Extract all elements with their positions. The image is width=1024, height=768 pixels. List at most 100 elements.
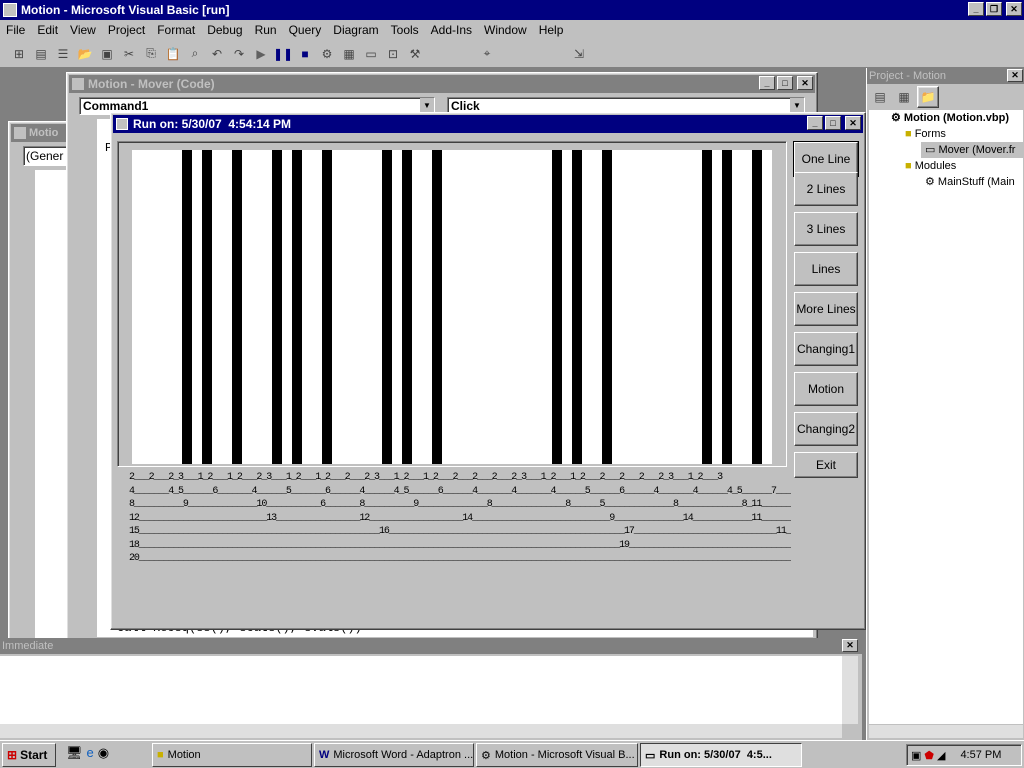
chevron-down-icon[interactable]: ▼ xyxy=(790,98,804,113)
cmd-3-lines[interactable]: 3 Lines xyxy=(794,212,858,246)
close-button[interactable]: ✕ xyxy=(1006,2,1022,16)
immediate-text-area[interactable] xyxy=(0,656,842,724)
menu-edit[interactable]: Edit xyxy=(37,23,58,37)
task-motion-folder[interactable]: ■ Motion xyxy=(152,743,312,767)
internet-explorer-icon[interactable]: e xyxy=(87,745,94,761)
drawn-line xyxy=(702,150,712,464)
immediate-titlebar: Immediate ✕ xyxy=(0,638,862,654)
start-label: Start xyxy=(20,748,48,762)
open-icon[interactable]: 📂 xyxy=(74,43,96,65)
cmd-one-line[interactable]: One Line xyxy=(793,141,859,177)
menu-run[interactable]: Run xyxy=(255,23,277,37)
project-hscrollbar[interactable] xyxy=(869,724,1023,738)
cmd-2-lines[interactable]: 2 Lines xyxy=(794,172,858,206)
toolbox-icon[interactable]: ⚒ xyxy=(404,43,426,65)
tree-module-item[interactable]: ⚙ MainStuff (Main xyxy=(869,174,1023,190)
view-code-icon[interactable]: ▤ xyxy=(869,86,891,108)
minimize-button[interactable]: _ xyxy=(968,2,984,16)
show-desktop-icon[interactable]: 🖥 xyxy=(66,745,83,761)
immediate-close-button[interactable]: ✕ xyxy=(842,639,858,652)
menu-file[interactable]: File xyxy=(6,23,25,37)
second-window-title: Motio xyxy=(29,127,59,139)
project-explorer-icon[interactable]: ⚙ xyxy=(316,43,338,65)
add-project-icon[interactable]: ⊞ xyxy=(8,43,30,65)
cmd-lines[interactable]: Lines xyxy=(794,252,858,286)
cut-icon[interactable]: ✂ xyxy=(118,43,140,65)
code-window-icon xyxy=(14,127,26,139)
tree-form-item[interactable]: ▭ Mover (Mover.fr xyxy=(921,142,1023,158)
undo-icon[interactable]: ↶ xyxy=(206,43,228,65)
tree-forms-folder[interactable]: ■ Forms xyxy=(869,126,1023,142)
menu-query[interactable]: Query xyxy=(289,23,322,37)
tray-acrobat-icon[interactable]: ⬟ xyxy=(924,749,934,762)
drawn-line xyxy=(292,150,302,464)
object-browser-icon[interactable]: ⊡ xyxy=(382,43,404,65)
channels-icon[interactable]: ◉ xyxy=(98,745,109,761)
run-form-window[interactable]: Run on: 5/30/07 4:54:14 PM _ □ ✕ 2___2__… xyxy=(110,112,866,630)
quick-launch: 🖥 e ◉ xyxy=(66,745,109,761)
tray-computer-icon[interactable]: ▣ xyxy=(911,749,921,762)
view-object-icon[interactable]: ▦ xyxy=(893,86,915,108)
code-maximize-button[interactable]: □ xyxy=(777,76,793,90)
menu-project[interactable]: Project xyxy=(108,23,145,37)
menu-help[interactable]: Help xyxy=(539,23,564,37)
form-minimize-button[interactable]: _ xyxy=(807,116,823,130)
properties-icon[interactable]: ▦ xyxy=(338,43,360,65)
form-icon xyxy=(116,118,128,130)
paste-icon[interactable]: 📋 xyxy=(162,43,184,65)
cmd-exit[interactable]: Exit xyxy=(794,452,858,478)
drawn-line xyxy=(432,150,442,464)
start-button[interactable]: ⊞ Start xyxy=(2,743,56,767)
immediate-window[interactable]: Immediate ✕ xyxy=(0,638,862,740)
cmd-changing1[interactable]: Changing1 xyxy=(794,332,858,366)
drawn-line xyxy=(552,150,562,464)
save-icon[interactable]: ▣ xyxy=(96,43,118,65)
menu-format[interactable]: Format xyxy=(157,23,195,37)
cmd-changing2[interactable]: Changing2 xyxy=(794,412,858,446)
menu-view[interactable]: View xyxy=(70,23,96,37)
project-tree[interactable]: ⚙ Motion (Motion.vbp) ■ Forms ▭ Mover (M… xyxy=(869,110,1023,730)
add-form-icon[interactable]: ▤ xyxy=(30,43,52,65)
app-title: Motion - Microsoft Visual Basic [run] xyxy=(21,3,230,17)
menu-debug[interactable]: Debug xyxy=(207,23,242,37)
menu-window[interactable]: Window xyxy=(484,23,527,37)
toggle-folders-icon[interactable]: 📁 xyxy=(917,86,939,108)
task-run-form[interactable]: ▭ Run on: 5/30/07 4:5... xyxy=(640,743,802,767)
form-layout-icon[interactable]: ▭ xyxy=(360,43,382,65)
windows-logo-icon: ⊞ xyxy=(7,748,18,762)
menu-tools[interactable]: Tools xyxy=(391,23,419,37)
project-window[interactable]: Project - Motion ✕ ▤ ▦ 📁 ⚙ Motion (Motio… xyxy=(866,68,1024,740)
redo-icon[interactable]: ↷ xyxy=(228,43,250,65)
code-window-title: Motion - Mover (Code) xyxy=(88,77,215,91)
cmd-more-lines[interactable]: More Lines xyxy=(794,292,858,326)
copy-icon[interactable]: ⎘ xyxy=(140,43,162,65)
code-window-icon xyxy=(72,78,84,90)
code-minimize-button[interactable]: _ xyxy=(759,76,775,90)
tree-modules-folder[interactable]: ■ Modules xyxy=(869,158,1023,174)
drawn-line xyxy=(232,150,242,464)
tray-volume-icon[interactable]: ◢ xyxy=(937,749,945,762)
task-vb[interactable]: ⚙ Motion - Microsoft Visual B... xyxy=(476,743,638,767)
immediate-vscrollbar[interactable] xyxy=(842,656,858,724)
restore-button[interactable]: ❐ xyxy=(986,2,1002,16)
menu-editor-icon[interactable]: ☰ xyxy=(52,43,74,65)
immediate-hscrollbar[interactable] xyxy=(0,724,842,738)
start-icon[interactable]: ▶ xyxy=(250,43,272,65)
project-close-button[interactable]: ✕ xyxy=(1007,69,1023,82)
break-icon[interactable]: ❚❚ xyxy=(272,43,294,65)
vb-app-icon xyxy=(3,3,17,17)
form-maximize-button[interactable]: □ xyxy=(825,116,841,130)
cmd-motion[interactable]: Motion xyxy=(794,372,858,406)
task-word[interactable]: W Microsoft Word - Adaptron ... xyxy=(314,743,474,767)
tree-root[interactable]: ⚙ Motion (Motion.vbp) xyxy=(869,110,1023,126)
position-icon: ⌖ xyxy=(483,46,491,60)
chevron-down-icon[interactable]: ▼ xyxy=(420,98,434,113)
menu-addins[interactable]: Add-Ins xyxy=(431,23,472,37)
form-close-button[interactable]: ✕ xyxy=(845,116,861,130)
code-close-button[interactable]: ✕ xyxy=(797,76,813,90)
end-icon[interactable]: ■ xyxy=(294,43,316,65)
run-form-title: Run on: 5/30/07 4:54:14 PM xyxy=(133,117,292,131)
word-icon: W xyxy=(319,749,330,761)
find-icon[interactable]: ⌕ xyxy=(184,43,206,65)
menu-diagram[interactable]: Diagram xyxy=(333,23,378,37)
